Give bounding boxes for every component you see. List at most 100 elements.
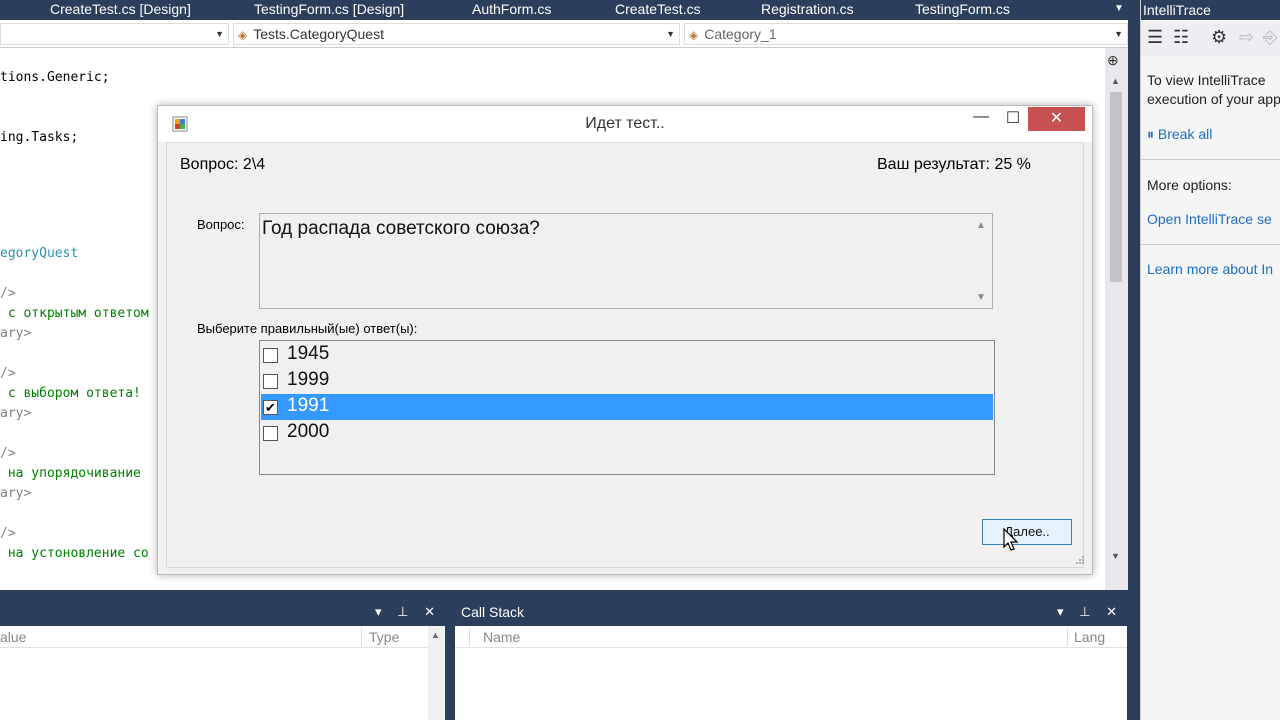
locals-column-headers: alue Type bbox=[0, 626, 445, 648]
outline-view-icon[interactable]: ☷ bbox=[1173, 27, 1189, 48]
open-intellitrace-link[interactable]: Open IntelliTrace se bbox=[1147, 211, 1272, 227]
split-icon[interactable]: ⊕ bbox=[1107, 52, 1119, 69]
close-icon: ✕ bbox=[1049, 110, 1064, 127]
column-type[interactable]: Type bbox=[369, 626, 399, 648]
code-line: с выбором ответа! bbox=[0, 386, 141, 401]
code-line: /> bbox=[0, 446, 16, 461]
test-dialog-window: Идет тест.. — ☐ ✕ Вопрос: 2\4 Ваш резуль… bbox=[157, 105, 1093, 575]
column-language[interactable]: Lang bbox=[1074, 626, 1105, 648]
class-icon: ◈ bbox=[238, 28, 248, 42]
dialog-client-area: Вопрос: 2\4 Ваш результат: 25 % Вопрос: … bbox=[166, 142, 1084, 568]
panel-window-buttons[interactable]: ▾ ⊥ ✕ bbox=[1057, 598, 1123, 626]
code-line: tions.Generic; bbox=[0, 70, 110, 85]
code-line: /> bbox=[0, 366, 16, 381]
answer-item[interactable]: 2000 bbox=[261, 420, 993, 446]
code-line: ary> bbox=[0, 486, 32, 501]
code-line: ing.Tasks; bbox=[0, 130, 79, 145]
intellitrace-title: IntelliTrace bbox=[1141, 0, 1280, 20]
scroll-up-icon[interactable]: ▲ bbox=[976, 220, 986, 231]
tab-overflow-dropdown-icon[interactable]: ▼ bbox=[1110, 0, 1128, 20]
panel-window-buttons[interactable]: ▾ ⊥ ✕ bbox=[375, 598, 441, 626]
code-line: /> bbox=[0, 526, 16, 541]
chevron-down-icon: ▼ bbox=[1114, 29, 1123, 39]
checkbox[interactable] bbox=[263, 374, 278, 389]
checkbox-checked[interactable]: ✔ bbox=[263, 400, 278, 415]
chevron-down-icon: ▼ bbox=[666, 29, 675, 39]
question-scrollbar[interactable]: ▲ ▼ bbox=[972, 214, 992, 308]
scroll-up-icon[interactable]: ▲ bbox=[431, 630, 440, 640]
column-separator bbox=[469, 628, 470, 646]
field-icon: ◈ bbox=[689, 28, 699, 42]
question-counter: Вопрос: 2\4 bbox=[180, 156, 266, 173]
intellitrace-panel: IntelliTrace ☰ ☷ ⚙ ⇨ ⎆ To view IntelliTr… bbox=[1140, 0, 1280, 720]
close-button[interactable]: ✕ bbox=[1028, 107, 1085, 131]
tab-testingform[interactable]: TestingForm.cs bbox=[915, 0, 1010, 20]
more-options-label: More options: bbox=[1147, 177, 1232, 193]
question-label: Вопрос: bbox=[197, 217, 245, 232]
dialog-titlebar[interactable]: Идет тест.. — ☐ ✕ bbox=[158, 106, 1092, 142]
answers-checked-listbox[interactable]: 1945 1999 ✔ 1991 2000 bbox=[259, 340, 995, 475]
answer-text: 2000 bbox=[287, 421, 330, 442]
tab-registration[interactable]: Registration.cs bbox=[761, 0, 854, 20]
tab-createtest[interactable]: CreateTest.cs bbox=[615, 0, 701, 20]
result-label: Ваш результат: 25 % bbox=[877, 156, 1031, 173]
intellitrace-toolbar: ☰ ☷ ⚙ ⇨ ⎆ bbox=[1141, 22, 1280, 56]
type-dropdown-value: Tests.CategoryQuest bbox=[253, 26, 384, 42]
break-all-link[interactable]: ⏸ Break all bbox=[1147, 126, 1212, 143]
answers-label: Выберите правильный(ые) ответ(ы): bbox=[197, 321, 418, 336]
dialog-title: Идет тест.. bbox=[585, 115, 665, 132]
intellitrace-info-line2: execution of your app bbox=[1147, 91, 1280, 107]
question-textbox[interactable]: Год распада советского союза? ▲ ▼ bbox=[259, 213, 993, 309]
maximize-button[interactable]: ☐ bbox=[1000, 108, 1026, 134]
call-stack-panel: Call Stack ▾ ⊥ ✕ Name Lang bbox=[455, 598, 1127, 720]
next-button[interactable]: Далее.. bbox=[982, 519, 1072, 545]
checkbox[interactable] bbox=[263, 426, 278, 441]
code-line: ary> bbox=[0, 326, 32, 341]
list-view-icon[interactable]: ☰ bbox=[1147, 27, 1163, 48]
answer-text: 1991 bbox=[287, 395, 330, 416]
navigation-bar: ▼ ◈ Tests.CategoryQuest ▼ ◈ Category_1 ▼ bbox=[0, 20, 1128, 48]
question-text: Год распада советского союза? bbox=[262, 218, 540, 239]
scrollbar-thumb[interactable] bbox=[1110, 92, 1122, 282]
gear-icon[interactable]: ⚙ bbox=[1211, 27, 1227, 48]
answer-text: 1999 bbox=[287, 369, 330, 390]
editor-vertical-scrollbar[interactable]: ⊕ ▲ ▼ bbox=[1105, 48, 1128, 590]
document-tab-strip: CreateTest.cs [Design] TestingForm.cs [D… bbox=[0, 0, 1128, 20]
code-line: ary> bbox=[0, 406, 32, 421]
minimize-button[interactable]: — bbox=[968, 108, 994, 134]
divider bbox=[1141, 159, 1280, 160]
project-dropdown[interactable]: ▼ bbox=[0, 23, 229, 45]
code-line: на устоновление со bbox=[0, 546, 149, 561]
member-dropdown[interactable]: ◈ Category_1 ▼ bbox=[684, 23, 1128, 45]
type-dropdown[interactable]: ◈ Tests.CategoryQuest ▼ bbox=[233, 23, 680, 45]
call-stack-title: Call Stack bbox=[461, 604, 525, 620]
locals-scrollbar[interactable]: ▲ bbox=[428, 626, 445, 720]
resize-grip-icon[interactable] bbox=[1075, 555, 1085, 565]
panel-divider bbox=[1128, 0, 1140, 720]
scroll-up-icon[interactable]: ▲ bbox=[1111, 76, 1120, 86]
checkbox[interactable] bbox=[263, 348, 278, 363]
scroll-down-icon[interactable]: ▼ bbox=[1111, 551, 1120, 561]
tab-authform[interactable]: AuthForm.cs bbox=[472, 0, 551, 20]
arrow-right-icon[interactable]: ⇨ bbox=[1239, 27, 1254, 48]
tab-testingform-design[interactable]: TestingForm.cs [Design] bbox=[254, 0, 404, 20]
pause-icon: ⏸ bbox=[1147, 126, 1158, 142]
code-line: /> bbox=[0, 286, 16, 301]
call-stack-panel-header: Call Stack ▾ ⊥ ✕ bbox=[455, 598, 1127, 626]
code-line: с открытым ответом bbox=[0, 306, 149, 321]
answer-item[interactable]: 1945 bbox=[261, 342, 993, 368]
tab-createtest-design[interactable]: CreateTest.cs [Design] bbox=[50, 0, 191, 20]
call-stack-column-headers: Name Lang bbox=[455, 626, 1127, 648]
debug-icon[interactable]: ⎆ bbox=[1263, 27, 1277, 48]
scroll-down-icon[interactable]: ▼ bbox=[976, 292, 986, 303]
member-dropdown-value: Category_1 bbox=[704, 26, 777, 42]
column-separator bbox=[361, 628, 362, 646]
answer-item[interactable]: 1999 bbox=[261, 368, 993, 394]
learn-more-link[interactable]: Learn more about In bbox=[1147, 261, 1273, 277]
locals-panel: ▾ ⊥ ✕ alue Type ▲ bbox=[0, 598, 445, 720]
column-separator bbox=[1067, 628, 1068, 646]
column-value[interactable]: alue bbox=[0, 626, 26, 648]
code-line: egoryQuest bbox=[0, 246, 79, 261]
answer-item-selected[interactable]: ✔ 1991 bbox=[261, 394, 993, 420]
column-name[interactable]: Name bbox=[483, 626, 520, 648]
